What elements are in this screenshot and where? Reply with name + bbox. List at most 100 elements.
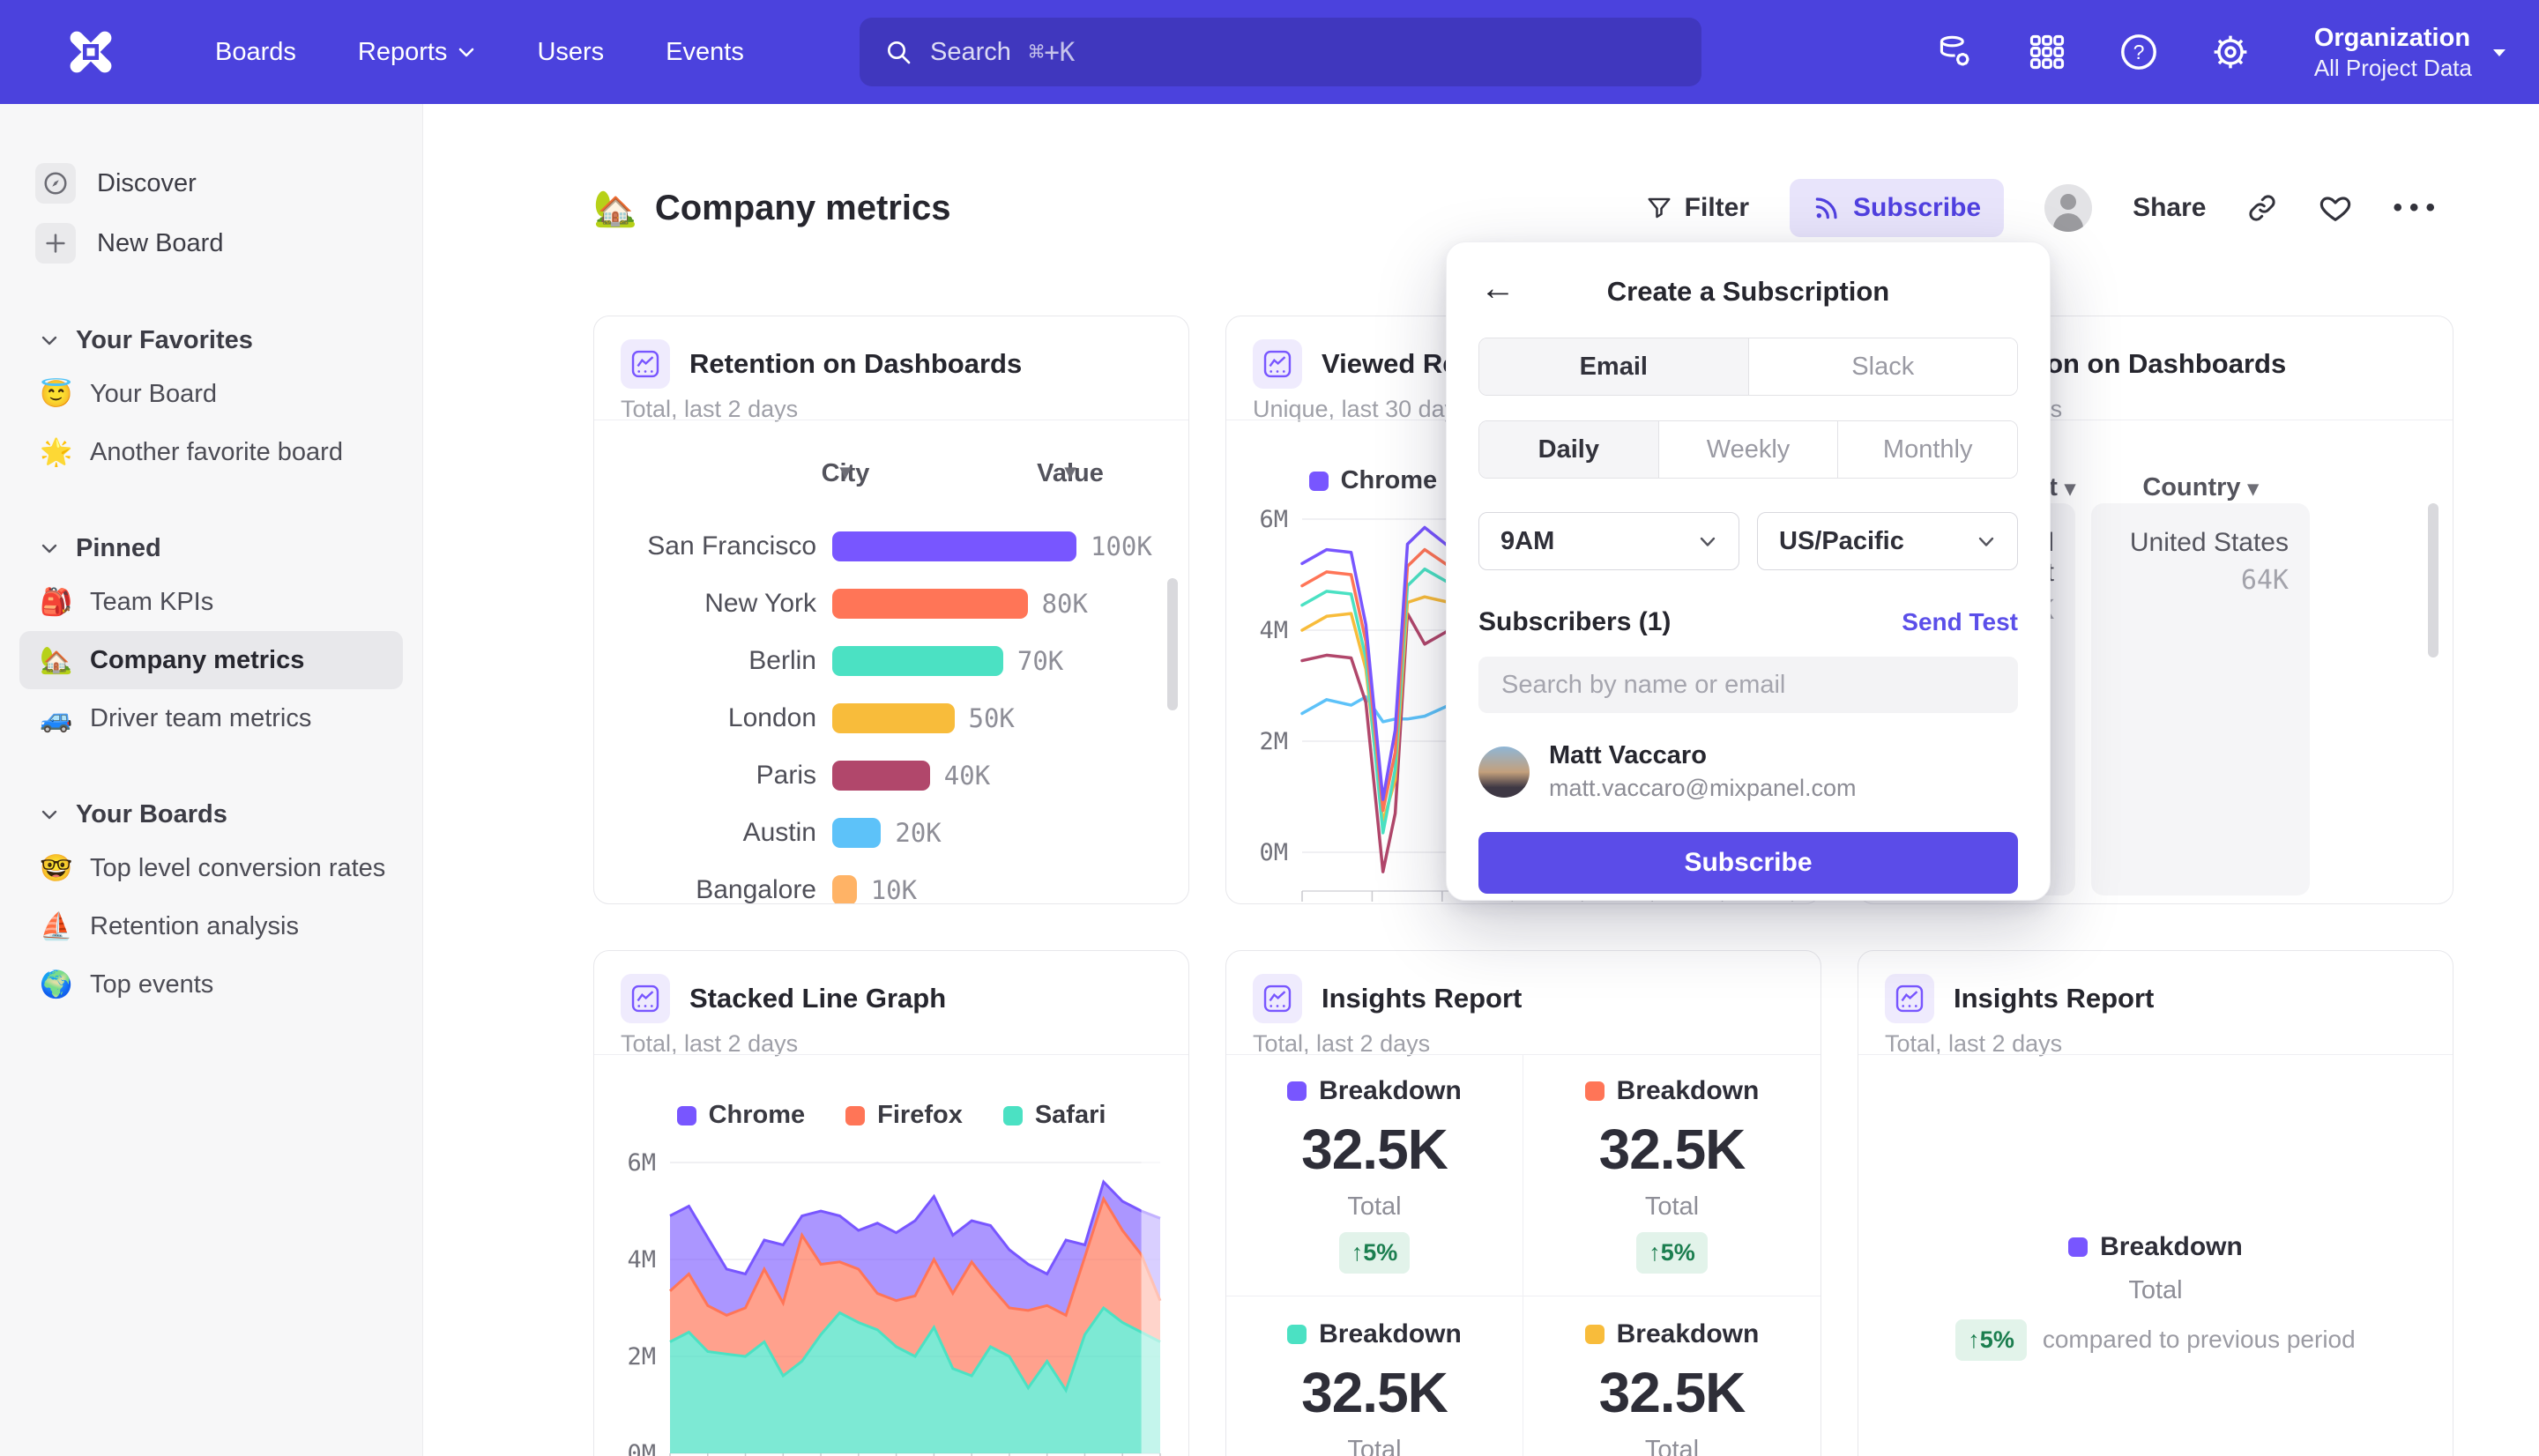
section-your-favorites[interactable]: Your Favorites [0,316,422,365]
time-select[interactable]: 9AM [1478,512,1739,570]
chart-legend: Chrome Firefox Safari [594,1101,1188,1130]
bar-london [832,703,955,733]
nav-boards[interactable]: Boards [215,38,296,67]
metric-breakdown: Breakdown Total ↑5% compared to previous… [1858,1054,2453,1456]
nav-reports[interactable]: Reports [358,38,476,67]
back-arrow-icon[interactable]: ← [1480,271,1515,306]
scrollbar-thumb[interactable] [2428,503,2438,657]
delta-badge: ↑5% [1955,1319,2027,1361]
modal-title: Create a Subscription [1478,272,2018,311]
channel-tabs: Email Slack [1478,338,2018,396]
column-header-country[interactable]: Country ▾ [2091,473,2310,502]
bar-san-francisco [832,531,1076,561]
chevron-down-icon [2490,45,2509,59]
legend-item[interactable]: Firefox [845,1101,963,1130]
sidebar-item-discover[interactable]: Discover [0,153,422,213]
svg-text:6M: 6M [1259,506,1288,533]
subscribe-button[interactable]: Subscribe [1790,179,2004,237]
table-row[interactable]: New York80K [594,575,1188,632]
metric-breakdown: Breakdown 32.5K Total ↑5% [1523,1054,1820,1296]
bar-austin [832,818,881,848]
report-chart-icon [1253,974,1302,1023]
frequency-tabs: Daily Weekly Monthly [1478,420,2018,479]
svg-text:4M: 4M [627,1246,656,1274]
board-emoji: 🏡 [39,645,74,676]
tab-daily[interactable]: Daily [1479,421,1658,478]
copy-link-icon[interactable] [2246,192,2278,224]
tab-slack[interactable]: Slack [1748,338,2018,395]
tab-weekly[interactable]: Weekly [1658,421,1838,478]
send-test-link[interactable]: Send Test [1902,608,2018,636]
org-switcher[interactable]: Organization All Project Data [2314,22,2509,81]
chevron-down-icon [41,808,58,821]
help-icon[interactable]: ? [2118,32,2159,72]
tab-email[interactable]: Email [1479,338,1748,395]
compass-icon [35,163,76,204]
sidebar-item-company-metrics[interactable]: 🏡 Company metrics [19,631,403,689]
sidebar-item-top-level-conversion-rates[interactable]: 🤓 Top level conversion rates [19,839,403,897]
sidebar-item-top-events[interactable]: 🌍 Top events [19,955,403,1014]
metric-value: 32.5K [1301,1117,1448,1182]
nav-events[interactable]: Events [666,38,744,67]
rss-icon [1813,194,1841,222]
chevron-down-icon [41,334,58,346]
create-subscription-modal: ← Create a Subscription Email Slack Dail… [1446,241,2051,901]
share-button[interactable]: Share [2133,193,2206,223]
subscriber-search-input[interactable] [1478,657,2018,713]
sidebar-item-team-kpis[interactable]: 🎒 Team KPIs [19,573,403,631]
svg-text:4M: 4M [1259,617,1288,644]
filter-button[interactable]: Filter [1646,193,1749,223]
svg-text:2M: 2M [1259,728,1288,755]
svg-text:2M: 2M [627,1343,656,1371]
table-row[interactable]: Austin20K [594,804,1188,861]
sidebar-item-another-favorite-board[interactable]: 🌟 Another favorite board [19,423,403,481]
table-row[interactable]: Bangalore10K [594,861,1188,904]
comparison-note: compared to previous period [2043,1326,2356,1354]
filter-icon [1646,195,1672,221]
bar-new-york [832,589,1028,619]
search-placeholder: Search [930,38,1011,67]
report-chart-icon [621,974,670,1023]
metric-value: 32.5K [1599,1360,1746,1425]
sidebar-item-retention-analysis[interactable]: ⛵ Retention analysis [19,897,403,955]
tab-monthly[interactable]: Monthly [1837,421,2017,478]
subscribe-submit-button[interactable]: Subscribe [1478,832,2018,894]
data-management-icon[interactable] [1935,32,1976,72]
board-emoji: 🏡 [593,188,637,229]
apps-grid-icon[interactable] [2027,32,2067,72]
page-title: 🏡 Company metrics [593,188,950,229]
svg-text:0M: 0M [1259,839,1288,866]
metric-breakdown: Breakdown 32.5K Total ↑5% [1523,1296,1820,1456]
bar-table: San Francisco100K New York80K Berlin70K … [594,517,1188,904]
stacked-area-chart: 6M4M2M0M [605,1140,1178,1456]
mixpanel-logo-icon[interactable] [65,26,116,78]
subscriber-row[interactable]: Matt Vaccaro matt.vaccaro@mixpanel.com [1478,741,2018,802]
svg-text:0M: 0M [627,1440,656,1456]
section-your-boards[interactable]: Your Boards [0,790,422,839]
table-row[interactable]: Paris40K [594,747,1188,804]
legend-item[interactable]: Chrome [1309,466,1438,495]
table-row[interactable]: San Francisco100K [594,517,1188,575]
more-options-button[interactable]: ••• [2393,193,2442,223]
favorite-heart-icon[interactable] [2319,191,2352,225]
metric-breakdown: Breakdown 32.5K Total ↑5% [1226,1054,1523,1296]
search-input[interactable]: Search ⌘+K [860,18,1701,86]
legend-item[interactable]: Safari [1003,1101,1106,1130]
legend-item[interactable]: Chrome [677,1101,806,1130]
card-insights-report-grid: Insights Report Total, last 2 days Break… [1225,950,1821,1456]
settings-gear-icon[interactable] [2210,32,2251,72]
report-chart-icon [1253,339,1302,389]
table-row[interactable]: London50K [594,689,1188,747]
plus-icon [35,223,76,264]
sidebar-item-driver-team-metrics[interactable]: 🚙 Driver team metrics [19,689,403,747]
sidebar-item-your-board[interactable]: 😇 Your Board [19,365,403,423]
section-pinned[interactable]: Pinned [0,524,422,573]
user-avatar[interactable] [2044,184,2092,232]
scrollbar-thumb[interactable] [1167,578,1178,710]
sidebar-item-new-board[interactable]: New Board [0,213,422,273]
country-cell[interactable]: United States 64K [2091,503,2310,895]
table-row[interactable]: Berlin70K [594,632,1188,689]
card-retention-on-dashboards: Retention on Dashboards Total, last 2 da… [593,316,1189,904]
nav-users[interactable]: Users [537,38,604,67]
timezone-select[interactable]: US/Pacific [1757,512,2018,570]
